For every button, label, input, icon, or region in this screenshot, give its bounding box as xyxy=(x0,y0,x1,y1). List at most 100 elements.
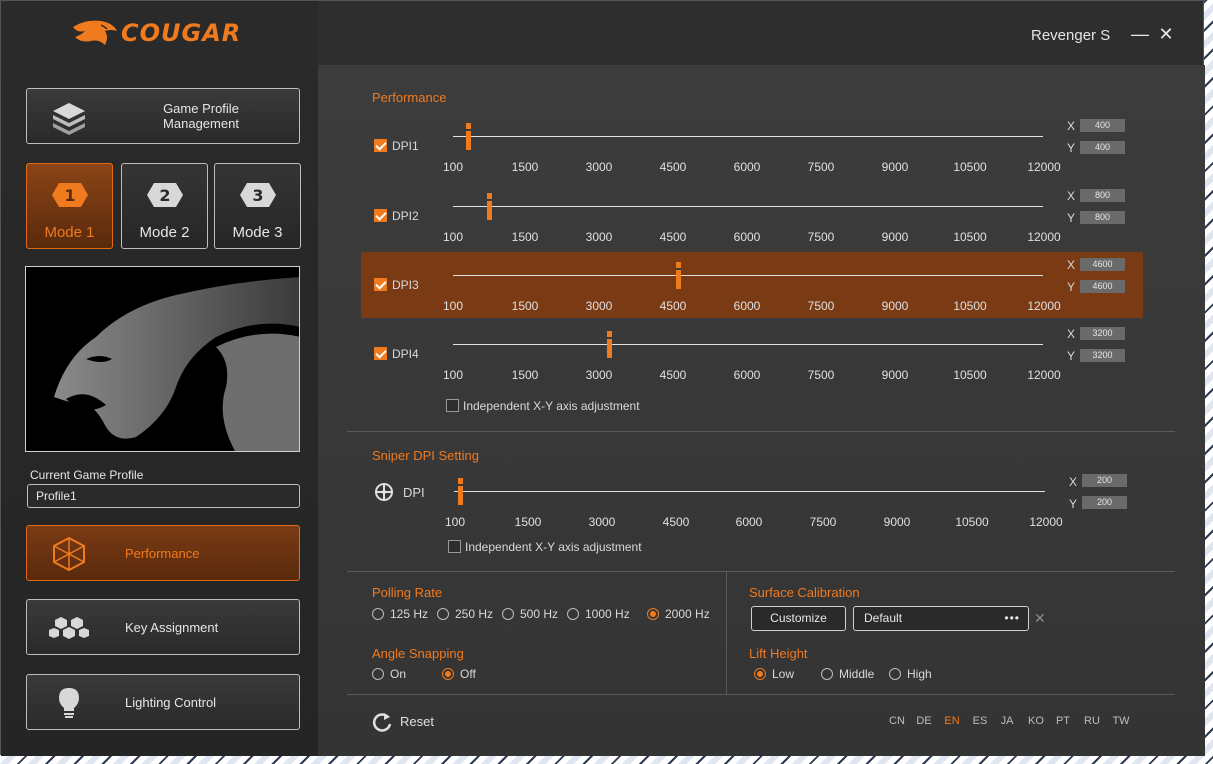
mode-3-button[interactable]: 3 Mode 3 xyxy=(214,163,301,249)
dpi4-track[interactable] xyxy=(453,344,1043,345)
polling-250-label: 250 Hz xyxy=(455,607,494,621)
language-pt-link[interactable]: PT xyxy=(1056,715,1070,727)
dpi1-tick-label: 9000 xyxy=(881,160,909,174)
language-cn-link[interactable]: CN xyxy=(889,715,905,727)
polling-250-radio[interactable] xyxy=(437,608,449,620)
sniper-independent-xy-checkbox[interactable] xyxy=(448,540,461,553)
polling-2000-label: 2000 Hz xyxy=(665,607,710,621)
dpi4-checkbox[interactable] xyxy=(374,347,387,360)
dpi2-thumb[interactable] xyxy=(487,193,492,220)
dpi1-track[interactable] xyxy=(453,136,1043,137)
language-ko-link[interactable]: KO xyxy=(1028,715,1044,727)
independent-xy-checkbox[interactable] xyxy=(446,399,459,412)
lift-height-middle-radio[interactable] xyxy=(821,668,833,680)
more-options-icon[interactable]: ••• xyxy=(1004,607,1020,630)
game-profile-management-button[interactable]: Game Profile Management xyxy=(26,88,300,144)
customize-button[interactable]: Customize xyxy=(751,606,846,631)
polling-125-radio[interactable] xyxy=(372,608,384,620)
surface-calibration-value: Default xyxy=(864,611,903,625)
lighting-control-nav-button[interactable]: Lighting Control xyxy=(26,674,300,730)
lift-height-low-label: Low xyxy=(772,667,795,681)
dpi1-thumb[interactable] xyxy=(466,123,472,150)
logo: COUGAR xyxy=(1,1,318,65)
cougar-head-image xyxy=(25,266,300,452)
clear-icon[interactable]: ✕ xyxy=(1034,610,1046,627)
close-icon[interactable]: ✕ xyxy=(1157,23,1175,45)
vertical-divider xyxy=(726,571,727,694)
dpi1-tick-label: 7500 xyxy=(807,160,835,174)
mode-1-button[interactable]: 1 Mode 1 xyxy=(26,163,113,249)
mode-2-button[interactable]: 2 Mode 2 xyxy=(121,163,208,249)
dpi3-thumb[interactable] xyxy=(675,262,681,289)
angle-snapping-off-radio[interactable] xyxy=(442,668,454,680)
sniper-dpi-label: DPI xyxy=(403,485,425,500)
reset-label: Reset xyxy=(400,714,434,729)
dpi2-x-value[interactable]: 800 xyxy=(1080,189,1125,202)
dpi4-y-value[interactable]: 3200 xyxy=(1080,349,1125,362)
sniper-y-value[interactable]: 200 xyxy=(1082,496,1127,509)
dpi3-tick-label: 3000 xyxy=(585,299,613,313)
dpi4-tick-label: 6000 xyxy=(733,368,761,382)
lift-height-low-radio[interactable] xyxy=(754,668,766,680)
dpi4-x-value[interactable]: 3200 xyxy=(1080,327,1125,340)
mode-2-label: Mode 2 xyxy=(139,224,190,241)
sniper-tick-label: 10500 xyxy=(955,515,989,529)
language-de-link[interactable]: DE xyxy=(916,715,931,727)
angle-snapping-title: Angle Snapping xyxy=(372,646,464,661)
polling-2000-radio[interactable] xyxy=(647,608,659,620)
honeycomb-icon xyxy=(49,617,89,639)
surface-calibration-title: Surface Calibration xyxy=(749,585,860,600)
language-ru-link[interactable]: RU xyxy=(1084,715,1100,727)
language-tw-link[interactable]: TW xyxy=(1112,715,1129,727)
dpi2-y-value[interactable]: 800 xyxy=(1080,211,1125,224)
lift-height-high-radio[interactable] xyxy=(889,668,901,680)
minimize-icon[interactable]: — xyxy=(1131,23,1149,45)
dpi3-tick-label: 4500 xyxy=(659,299,687,313)
polling-125-label: 125 Hz xyxy=(390,607,429,621)
dpi4-thumb[interactable] xyxy=(606,331,612,358)
sniper-y-label: Y xyxy=(1069,497,1078,511)
dpi1-x-value[interactable]: 400 xyxy=(1080,119,1125,132)
sniper-tick-label: 1500 xyxy=(514,515,542,529)
dpi1-tick-label: 4500 xyxy=(659,160,687,174)
language-en-link[interactable]: EN xyxy=(944,715,959,727)
dpi2-track[interactable] xyxy=(453,206,1043,207)
key-assignment-nav-button[interactable]: Key Assignment xyxy=(26,599,300,655)
sniper-dpi-track[interactable] xyxy=(454,491,1045,492)
dpi1-checkbox[interactable] xyxy=(374,139,387,152)
current-game-profile-field[interactable]: Profile1 xyxy=(27,484,300,508)
lightbulb-icon xyxy=(59,688,79,718)
polling-1000-label: 1000 Hz xyxy=(585,607,630,621)
language-ja-link[interactable]: JA xyxy=(1001,715,1014,727)
sniper-tick-label: 3000 xyxy=(588,515,616,529)
polling-1000-radio[interactable] xyxy=(567,608,579,620)
performance-nav-button[interactable]: Performance xyxy=(26,525,300,581)
angle-snapping-on-radio[interactable] xyxy=(372,668,384,680)
dpi1-tick-label: 10500 xyxy=(953,160,987,174)
dpi3-tick-label: 1500 xyxy=(511,299,539,313)
dpi3-track[interactable] xyxy=(453,275,1043,276)
crosshair-icon xyxy=(375,483,393,501)
svg-text:3: 3 xyxy=(252,186,263,205)
sniper-tick-label: 12000 xyxy=(1029,515,1063,529)
sniper-tick-label: 7500 xyxy=(809,515,837,529)
sniper-dpi-thumb[interactable] xyxy=(458,478,464,505)
surface-calibration-select[interactable]: Default ••• xyxy=(853,606,1029,631)
dpi3-x-value[interactable]: 4600 xyxy=(1080,258,1125,271)
sniper-tick-label: 100 xyxy=(444,515,466,529)
dpi4-y-label: Y xyxy=(1067,349,1076,363)
dpi3-checkbox[interactable] xyxy=(374,278,387,291)
dpi3-label: DPI3 xyxy=(392,278,419,292)
dpi1-y-value[interactable]: 400 xyxy=(1080,141,1125,154)
dpi2-tick-label: 4500 xyxy=(659,230,687,244)
dpi3-y-value[interactable]: 4600 xyxy=(1080,280,1125,293)
dpi2-tick-label: 6000 xyxy=(733,230,761,244)
window-title: Revenger S xyxy=(1031,27,1111,44)
polling-500-label: 500 Hz xyxy=(520,607,559,621)
polling-500-radio[interactable] xyxy=(502,608,514,620)
language-es-link[interactable]: ES xyxy=(973,715,988,727)
dpi2-checkbox[interactable] xyxy=(374,209,387,222)
lift-height-high-label: High xyxy=(907,667,932,681)
section-divider xyxy=(347,571,1175,572)
sniper-x-value[interactable]: 200 xyxy=(1082,474,1127,487)
